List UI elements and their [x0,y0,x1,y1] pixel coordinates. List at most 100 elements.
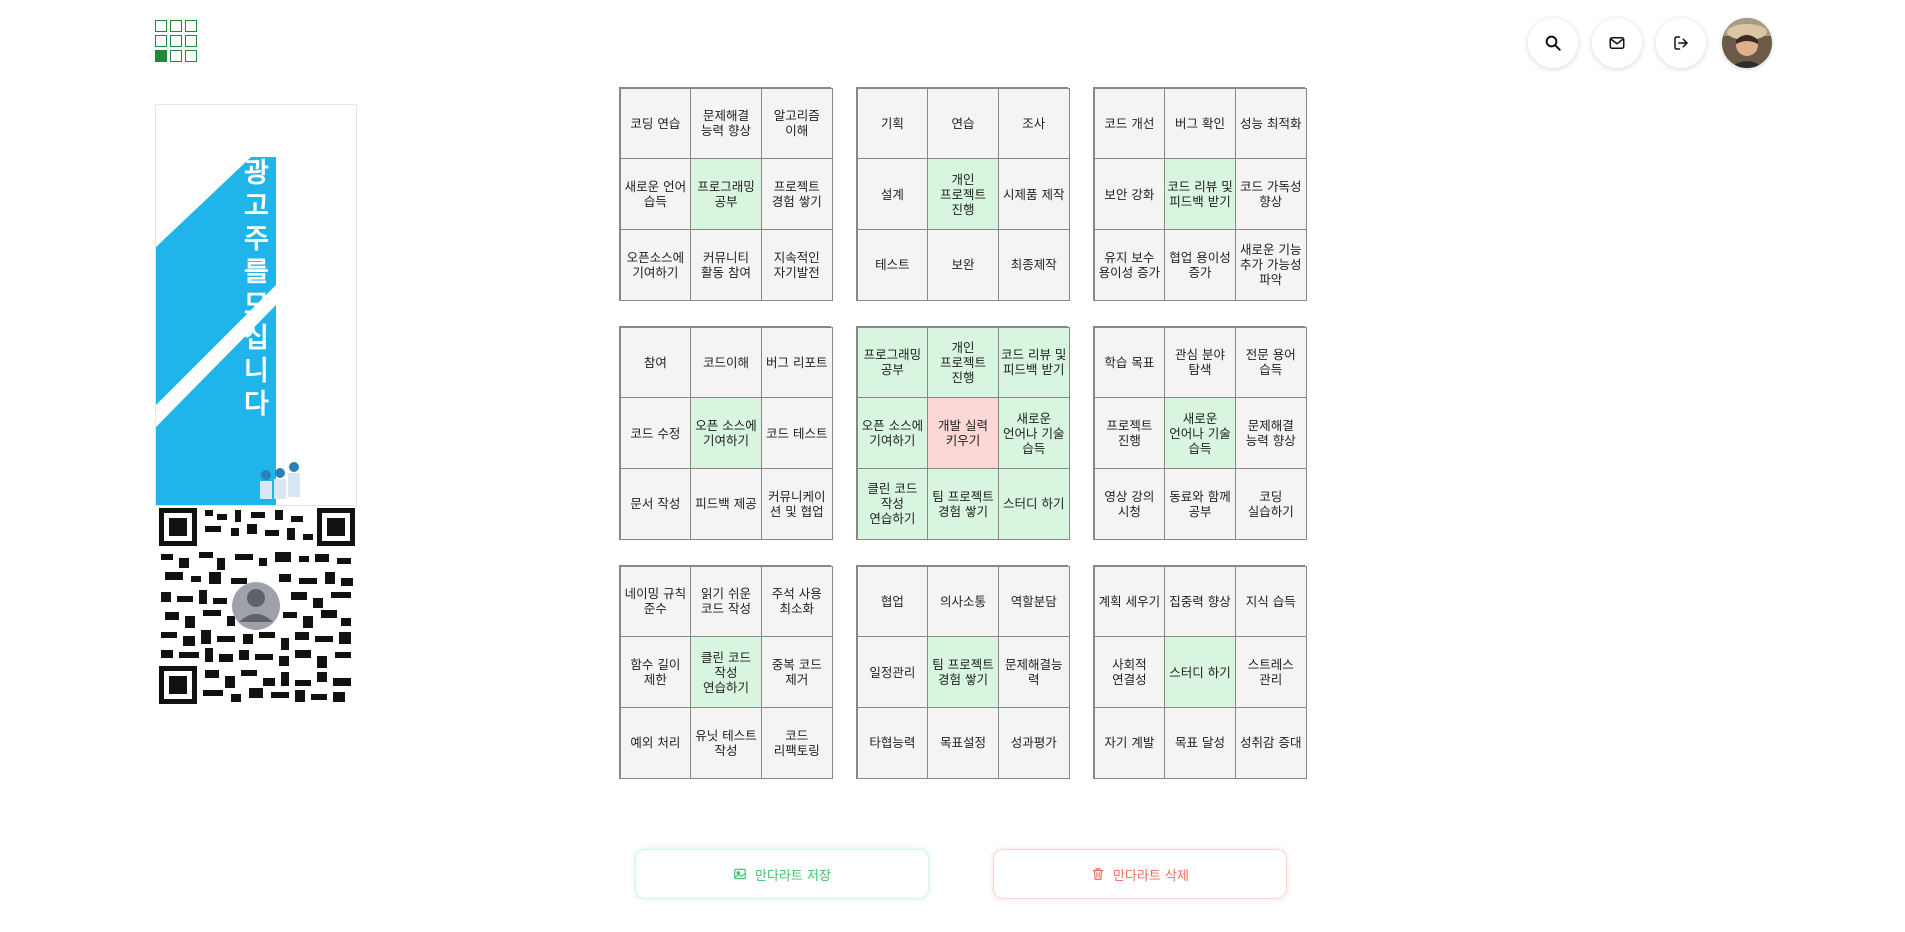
mandalart-cell[interactable]: 연습 [927,87,999,160]
mandalart-center-cell[interactable]: 개인 프로젝트 진행 [927,158,999,230]
delete-mandalart-label: 만다라트 삭제 [1113,868,1189,884]
mandalart-cell[interactable]: 코드 리팩토링 [760,707,833,779]
mandalart-cell[interactable]: 함수 길이 제한 [619,636,692,708]
mandalart-cell[interactable]: 새로운 기능 추가 가능성 파악 [1234,228,1307,301]
mandalart-cell[interactable]: 코드 개선 [1093,87,1166,160]
mandalart-cell[interactable]: 조사 [997,87,1070,160]
save-mandalart-label: 만다라트 저장 [755,868,831,884]
mandalart-cell[interactable]: 최종제작 [997,228,1070,301]
mandalart-cell[interactable]: 오픈소스에 기여하기 [619,228,692,301]
mandalart-cell[interactable]: 성과평가 [997,707,1070,779]
mandalart-cell[interactable]: 코딩 연습 [619,87,692,160]
mandalart-cell[interactable]: 피드백 제공 [690,467,762,540]
mandalart-cell[interactable]: 관심 분야 탐색 [1164,326,1236,399]
mandalart-cell[interactable]: 커뮤니케이션 및 협업 [760,467,833,540]
mandalart-center-cell[interactable]: 팀 프로젝트 경험 쌓기 [927,636,999,708]
mandalart-cell[interactable]: 협업 용이성 증가 [1164,228,1236,301]
mandalart-grid: 코딩 연습 문제해결 능력 향상 알고리즘 이해 새로운 언어 습득 프로그래밍 공부 프… [619,87,1307,780]
mandalart-cell[interactable]: 오픈 소스에 기여하기 [856,397,929,469]
mandalart-cell[interactable]: 동료와 함께 공부 [1164,467,1236,540]
mandalart-cell[interactable]: 읽기 쉬운 코드 작성 [690,565,762,638]
message-button[interactable] [1592,18,1642,68]
mandalart-cell[interactable]: 유지 보수 용이성 증가 [1093,228,1166,301]
logout-button[interactable] [1656,18,1706,68]
mandalart-cell[interactable]: 일정관리 [856,636,929,708]
trash-icon [1092,868,1104,880]
mandalart-cell[interactable]: 의사소통 [927,565,999,638]
mandalart-cell[interactable]: 버그 확인 [1164,87,1236,160]
ad-banner[interactable]: 광고주를 모십니다 [155,104,357,706]
mandalart-cell[interactable]: 커뮤니티 활동 참여 [690,228,762,301]
mandalart-center-cell[interactable]: 새로운 언어나 기술 습득 [1164,397,1236,469]
mandalart-cell[interactable]: 새로운 언어 습득 [619,158,692,230]
mandalart-center-cell[interactable]: 개발 실력 키우기 [927,397,999,469]
mandalart-cell[interactable]: 버그 리포트 [760,326,833,399]
mandalart-cell[interactable]: 보완 [927,228,999,301]
mandalart-cell[interactable]: 집중력 향상 [1164,565,1236,638]
mandalart-cell[interactable]: 알고리즘 이해 [760,87,833,160]
mandalart-cell[interactable]: 목표설정 [927,707,999,779]
mandalart-cell[interactable]: 협업 [856,565,929,638]
mandalart-cell[interactable]: 중복 코드 제거 [760,636,833,708]
mandalart-block: 기획 연습 조사설계 개인 프로젝트 진행 시제품 제작테스트 보완 최종제작 [856,87,1070,302]
mandalart-cell[interactable]: 참여 [619,326,692,399]
mandalart-cell[interactable]: 프로그래밍 공부 [856,326,929,399]
mandalart-block: 계획 세우기 집중력 향상 지식 습득사회적 연결성 스터디 하기 스트레스 관리자기 … [1093,565,1307,780]
mandalart-cell[interactable]: 테스트 [856,228,929,301]
mandalart-cell[interactable]: 프로젝트 경험 쌓기 [760,158,833,230]
mandalart-cell[interactable]: 타협능력 [856,707,929,779]
mandalart-center-cell[interactable]: 코드 리뷰 및 피드백 받기 [1164,158,1236,230]
mandalart-cell[interactable]: 역할분담 [997,565,1070,638]
mandalart-cell[interactable]: 문제해결능력 [997,636,1070,708]
mandalart-cell[interactable]: 학습 목표 [1093,326,1166,399]
mandalart-cell[interactable]: 네이밍 규칙 준수 [619,565,692,638]
mandalart-cell[interactable]: 스트레스 관리 [1234,636,1307,708]
mandalart-cell[interactable]: 새로운 언어나 기술 습득 [997,397,1070,469]
save-mandalart-button[interactable]: 만다라트 저장 [635,849,929,899]
mandalart-cell[interactable]: 목표 달성 [1164,707,1236,779]
mandalart-cell[interactable]: 개인 프로젝트 진행 [927,326,999,399]
mandalart-cell[interactable]: 스터디 하기 [997,467,1070,540]
mandalart-cell[interactable]: 예외 처리 [619,707,692,779]
search-icon [1545,35,1561,51]
mandalart-cell[interactable]: 자기 계발 [1093,707,1166,779]
mandalart-center-cell[interactable]: 프로그래밍 공부 [690,158,762,230]
mandalart-cell[interactable]: 팀 프로젝트 경험 쌓기 [927,467,999,540]
mandalart-cell[interactable]: 문서 작성 [619,467,692,540]
mandalart-block: 코딩 연습 문제해결 능력 향상 알고리즘 이해새로운 언어 습득 프로그래밍 공부 프… [619,87,833,302]
mandalart-cell[interactable]: 설계 [856,158,929,230]
ad-image: 광고주를 모십니다 [155,104,357,506]
mandalart-cell[interactable]: 문제해결 능력 향상 [690,87,762,160]
mandalart-cell[interactable]: 클린 코드 작성 연습하기 [856,467,929,540]
mandalart-cell[interactable]: 코드 리뷰 및 피드백 받기 [997,326,1070,399]
mandalart-cell[interactable]: 코드 테스트 [760,397,833,469]
delete-mandalart-button[interactable]: 만다라트 삭제 [993,849,1287,899]
mandalart-cell[interactable]: 코드 가독성 향상 [1234,158,1307,230]
user-avatar[interactable] [1722,18,1772,68]
mandalart-center-cell[interactable]: 스터디 하기 [1164,636,1236,708]
mandalart-cell[interactable]: 성능 최적화 [1234,87,1307,160]
mandalart-block: 학습 목표 관심 분야 탐색 전문 용어 습득프로젝트 진행 새로운 언어나 기술 습… [1093,326,1307,541]
mandalart-cell[interactable]: 유닛 테스트 작성 [690,707,762,779]
mandalart-cell[interactable]: 문제해결 능력 향상 [1234,397,1307,469]
mandalart-cell[interactable]: 지식 습득 [1234,565,1307,638]
mandalart-cell[interactable]: 코드이해 [690,326,762,399]
mandalart-cell[interactable]: 성취감 증대 [1234,707,1307,779]
mandalart-cell[interactable]: 시제품 제작 [997,158,1070,230]
bottom-actions: 만다라트 저장 만다라트 삭제 [635,849,1287,899]
mandalart-center-cell[interactable]: 오픈 소스에 기여하기 [690,397,762,469]
search-button[interactable] [1528,18,1578,68]
mandalart-cell[interactable]: 코딩 실습하기 [1234,467,1307,540]
mandalart-cell[interactable]: 프로젝트 진행 [1093,397,1166,469]
mandalart-cell[interactable]: 사회적 연결성 [1093,636,1166,708]
mandalart-cell[interactable]: 전문 용어 습득 [1234,326,1307,399]
mandalart-cell[interactable]: 영상 강의 시청 [1093,467,1166,540]
app-logo[interactable] [155,20,199,64]
mandalart-center-cell[interactable]: 클린 코드 작성 연습하기 [690,636,762,708]
mandalart-cell[interactable]: 보안 강화 [1093,158,1166,230]
mandalart-cell[interactable]: 코드 수정 [619,397,692,469]
mandalart-cell[interactable]: 기획 [856,87,929,160]
mandalart-cell[interactable]: 계획 세우기 [1093,565,1166,638]
mandalart-cell[interactable]: 지속적인 자기발전 [760,228,833,301]
mandalart-cell[interactable]: 주석 사용 최소화 [760,565,833,638]
